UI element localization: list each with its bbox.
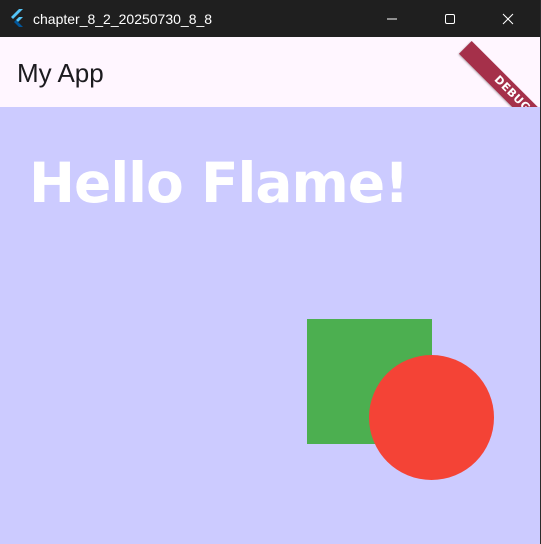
flutter-logo-icon — [11, 9, 23, 27]
minimize-button[interactable] — [363, 0, 421, 37]
app-bar-title: My App — [17, 58, 104, 88]
window-titlebar[interactable]: chapter_8_2_20250730_8_8 — [0, 0, 540, 37]
hello-text: Hello Flame! — [29, 151, 409, 215]
app-window: chapter_8_2_20250730_8_8 My App DEBUG He… — [0, 0, 541, 544]
maximize-button[interactable] — [421, 0, 479, 37]
maximize-icon — [445, 13, 455, 24]
red-circle — [369, 355, 494, 480]
window-title: chapter_8_2_20250730_8_8 — [33, 11, 213, 27]
minimize-icon — [387, 18, 397, 19]
close-button[interactable] — [479, 0, 537, 37]
app-bar: My App DEBUG — [0, 37, 540, 148]
game-canvas[interactable]: Hello Flame! — [0, 107, 540, 544]
close-icon — [502, 13, 514, 24]
